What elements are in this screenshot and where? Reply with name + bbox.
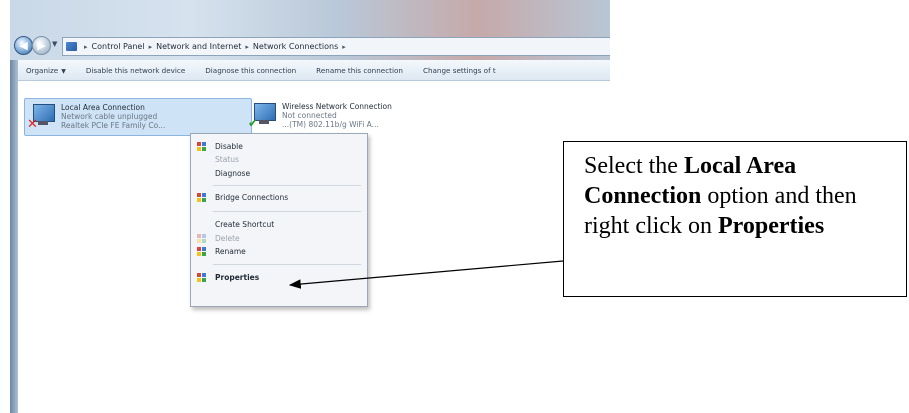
command-toolbar: Organize ▼ Disable this network device Di… — [18, 60, 610, 81]
address-bar[interactable]: ▸ Control Panel ▸ Network and Internet ▸… — [62, 37, 610, 56]
menu-item-create-shortcut[interactable]: Create Shortcut — [191, 218, 367, 231]
forward-button[interactable]: ▶ — [32, 36, 51, 55]
context-menu: Disable Status Diagnose Bridge Connectio… — [190, 133, 368, 307]
menu-separator — [213, 185, 361, 186]
chevron-right-icon[interactable]: ▸ — [245, 43, 249, 51]
menu-separator — [213, 211, 361, 212]
connection-device: Realtek PCIe FE Family Co... — [61, 121, 166, 130]
connection-name: Local Area Connection — [61, 103, 145, 112]
back-button[interactable]: ◀ — [14, 36, 33, 55]
menu-item-rename[interactable]: Rename — [191, 245, 367, 258]
change-settings-button[interactable]: Change settings of t — [415, 66, 508, 75]
disconnected-x-icon: ✕ — [27, 117, 38, 132]
menu-item-properties[interactable]: Properties — [191, 271, 367, 284]
callout-bold-action: Properties — [717, 213, 825, 239]
connection-status: Not connected — [282, 111, 337, 120]
chevron-right-icon[interactable]: ▸ — [149, 43, 153, 51]
shield-icon — [197, 142, 206, 151]
recent-pages-dropdown[interactable]: ▼ — [52, 40, 57, 48]
disable-device-button[interactable]: Disable this network device — [78, 66, 197, 75]
breadcrumb-control-panel[interactable]: Control Panel — [92, 42, 145, 51]
network-adapter-icon: ✕ — [27, 102, 57, 132]
control-panel-icon — [66, 42, 77, 51]
shield-icon — [197, 193, 206, 202]
shield-icon — [197, 273, 206, 282]
menu-item-status[interactable]: Status — [191, 153, 367, 166]
chevron-right-icon[interactable]: ▸ — [84, 43, 88, 51]
connection-name: Wireless Network Connection — [282, 102, 392, 111]
window-left-edge — [10, 60, 18, 413]
rename-connection-button[interactable]: Rename this connection — [308, 66, 415, 75]
menu-separator — [213, 264, 361, 265]
signal-check-icon: ✔ — [248, 116, 259, 130]
menu-item-diagnose[interactable]: Diagnose — [191, 167, 367, 180]
breadcrumb-network-and-internet[interactable]: Network and Internet — [156, 42, 241, 51]
wireless-adapter-icon: ✔ — [248, 101, 278, 130]
chevron-right-icon[interactable]: ▸ — [342, 43, 346, 51]
local-area-connection-item[interactable]: ✕ Local Area Connection Network cable un… — [24, 98, 252, 136]
breadcrumb-network-connections[interactable]: Network Connections — [253, 42, 338, 51]
menu-item-disable[interactable]: Disable — [191, 140, 367, 153]
explorer-window: ◀ ▶ ▼ ▸ Control Panel ▸ Network and Inte… — [10, 0, 610, 413]
diagnose-connection-button[interactable]: Diagnose this connection — [197, 66, 308, 75]
organize-button[interactable]: Organize ▼ — [18, 66, 78, 75]
shield-icon — [197, 234, 206, 243]
menu-item-delete[interactable]: Delete — [191, 232, 367, 245]
connection-device: ...(TM) 802.11b/g WiFi A... — [282, 120, 379, 129]
instruction-callout: Select the Local Area Connection option … — [563, 141, 907, 297]
connection-status: Network cable unplugged — [61, 112, 158, 121]
shield-icon — [197, 247, 206, 256]
menu-item-bridge-connections[interactable]: Bridge Connections — [191, 191, 367, 204]
wireless-network-connection-item[interactable]: ✔ Wireless Network Connection Not connec… — [246, 98, 486, 134]
chevron-down-icon: ▼ — [61, 67, 66, 75]
